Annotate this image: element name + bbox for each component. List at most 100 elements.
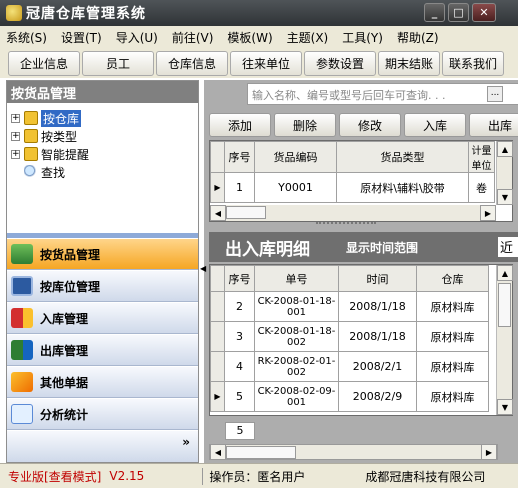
menu-bar: 系统(S) 设置(T) 导入(U) 前往(V) 模板(W) 主题(X) 工具(Y… [0,26,518,48]
flow-title: 出入库明细 [225,239,310,260]
scroll-left-icon[interactable]: ◀ [210,444,226,460]
menu-help[interactable]: 帮助(Z) [397,29,439,46]
operator-label: 操作员：匿名用户 [202,467,305,485]
chart-icon [11,404,33,424]
expand-icon[interactable]: + [11,149,20,159]
column-header[interactable]: 计量单位 [468,141,495,173]
range-select[interactable]: 近 [498,237,518,257]
column-header[interactable]: 仓库 [416,265,489,292]
tree-item-alerts[interactable]: + 智能提醒 [11,145,89,163]
scroll-left-icon[interactable]: ◀ [210,205,226,221]
nav-analysis[interactable]: 分析统计 [7,399,198,430]
inbound-button[interactable]: 入库 [404,113,466,137]
scroll-thumb[interactable] [226,446,296,459]
truck-icon [11,308,33,328]
nav-location-management[interactable]: 按库位管理 [7,271,198,302]
folder-check-icon [24,111,38,125]
vertical-scrollbar[interactable]: ▲ ▼ [496,141,513,205]
nav-label: 按库位管理 [40,279,101,294]
cell-warehouse: 原材料库 [416,321,489,352]
staff-button[interactable]: 员工 [82,51,154,76]
range-label: 显示时间范围 [346,240,419,255]
tree-item-type[interactable]: + 按类型 [11,127,77,145]
table-row[interactable]: 2 CK-2008-01-18-001 2008/1/18 原材料库 [210,291,489,322]
expand-icon[interactable]: + [11,113,20,123]
app-icon [6,5,22,21]
toolbar: 企业信息 员工 仓库信息 往来单位 参数设置 期末结账 联系我们 [0,48,518,78]
truck-icon [11,340,33,360]
nav-overflow-button[interactable]: » [7,431,198,462]
vertical-scrollbar[interactable]: ▲ ▼ [496,265,513,415]
nav-label: 按货品管理 [40,247,101,262]
cell-date: 2008/1/18 [338,291,417,322]
cell-type: 原材料\辅料\胶带 [336,172,469,203]
tree-item-warehouse[interactable]: + 按仓库 [11,109,82,127]
column-header[interactable]: 货品编码 [254,141,337,173]
menu-settings[interactable]: 设置(T) [61,29,102,46]
warehouse-info-button[interactable]: 仓库信息 [156,51,228,76]
menu-template[interactable]: 模板(W) [227,29,272,46]
edit-button[interactable]: 修改 [339,113,401,137]
outbound-button[interactable]: 出库 [469,113,518,137]
menu-theme[interactable]: 主题(X) [287,29,329,46]
expand-icon[interactable]: + [11,131,20,141]
cell-no: 1 [224,172,255,203]
contact-us-button[interactable]: 联系我们 [442,51,504,76]
table-row[interactable]: 3 CK-2008-01-18-002 2008/1/18 原材料库 [210,321,489,352]
column-header[interactable]: 序号 [224,141,255,173]
cell-code: Y0001 [254,172,337,203]
splitter[interactable] [7,233,198,238]
action-buttons: 添加 删除 修改 入库 出库 [209,113,518,137]
horizontal-scrollbar[interactable]: ◀ ▶ [210,205,496,221]
horizontal-scrollbar[interactable]: ◀ ▶ [209,444,498,460]
menu-goto[interactable]: 前往(V) [172,29,214,46]
left-panel-title: 按货品管理 [7,81,198,103]
left-panel: 按货品管理 + 按仓库 + 按类型 + 智能提醒 查找 按货品管理 按库位管理 … [6,80,199,463]
menu-import[interactable]: 导入(U) [116,29,158,46]
right-panel: 输入名称、编号或型号后回车可查询. . . ... 添加 删除 修改 入库 出库… [204,80,518,463]
nav-other-documents[interactable]: 其他单据 [7,367,198,398]
row-header-corner [210,265,225,292]
collapse-panel-icon[interactable]: ◀ [200,264,206,280]
table-row[interactable]: ▶ 1 Y0001 原材料\辅料\胶带 卷 [210,172,495,203]
table-row[interactable]: ▶ 5 CK-2008-02-09-001 2008/2/9 原材料库 [210,381,489,412]
title-bar: 冠唐仓库管理系统 _ □ ✕ [0,0,518,26]
scroll-up-icon[interactable]: ▲ [497,265,513,281]
search-input[interactable]: 输入名称、编号或型号后回车可查询. . . [247,83,518,105]
tree-item-find[interactable]: 查找 [24,163,65,181]
table-row[interactable]: 4 RK-2008-02-01-002 2008/2/1 原材料库 [210,351,489,382]
nav-inbound-management[interactable]: 入库管理 [7,303,198,334]
scroll-down-icon[interactable]: ▼ [497,399,513,415]
column-header[interactable]: 货品类型 [336,141,469,173]
scroll-thumb[interactable] [498,283,511,327]
column-header[interactable]: 序号 [224,265,255,292]
partners-button[interactable]: 往来单位 [230,51,302,76]
row-header [210,321,225,352]
cell-warehouse: 原材料库 [416,291,489,322]
goods-grid: 序号 货品编码 货品类型 计量单位 ▶ 1 Y0001 原材料\辅料\胶带 卷 … [209,140,513,222]
column-header[interactable]: 时间 [338,265,417,292]
maximize-button[interactable]: □ [448,3,469,22]
period-close-button[interactable]: 期末结账 [378,51,440,76]
cell-date: 2008/2/9 [338,381,417,412]
splitter-grip[interactable] [316,222,376,226]
scroll-thumb[interactable] [226,206,266,219]
add-button[interactable]: 添加 [209,113,271,137]
search-button[interactable]: ... [487,86,503,102]
company-info-button[interactable]: 企业信息 [8,51,80,76]
nav-label: 出库管理 [40,343,89,358]
column-header[interactable]: 单号 [254,265,339,292]
scroll-right-icon[interactable]: ▶ [480,205,496,221]
close-button[interactable]: ✕ [472,3,496,22]
parameters-button[interactable]: 参数设置 [304,51,376,76]
menu-system[interactable]: 系统(S) [6,29,47,46]
minimize-button[interactable]: _ [424,3,445,22]
scroll-down-icon[interactable]: ▼ [497,189,513,205]
menu-tools[interactable]: 工具(Y) [342,29,383,46]
nav-outbound-management[interactable]: 出库管理 [7,335,198,366]
scroll-right-icon[interactable]: ▶ [481,444,497,460]
grid-icon [11,276,33,296]
nav-goods-management[interactable]: 按货品管理 [7,239,198,270]
scroll-up-icon[interactable]: ▲ [497,141,513,157]
delete-button[interactable]: 删除 [274,113,336,137]
